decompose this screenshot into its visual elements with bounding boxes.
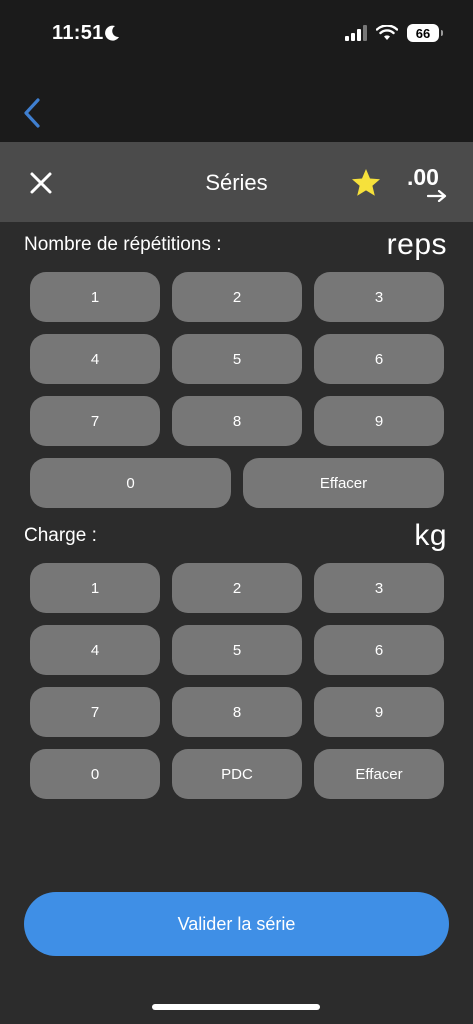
reps-key-5[interactable]: 5	[172, 334, 302, 384]
charge-clear-button[interactable]: Effacer	[314, 749, 444, 799]
home-indicator	[152, 1004, 320, 1010]
back-chevron-icon[interactable]	[20, 96, 46, 130]
reps-label: Nombre de répétitions :	[24, 234, 222, 255]
charge-bodyweight-button[interactable]: PDC	[172, 749, 302, 799]
reps-key-7[interactable]: 7	[30, 396, 160, 446]
reps-key-2[interactable]: 2	[172, 272, 302, 322]
charge-key-6[interactable]: 6	[314, 625, 444, 675]
reps-key-9[interactable]: 9	[314, 396, 444, 446]
arrow-right-icon	[427, 190, 447, 202]
validate-set-button[interactable]: Valider la série	[24, 892, 449, 956]
decimal-label: .00	[407, 164, 439, 190]
reps-key-6[interactable]: 6	[314, 334, 444, 384]
wifi-icon	[376, 25, 398, 40]
charge-label: Charge :	[24, 525, 97, 546]
reps-key-0[interactable]: 0	[30, 458, 231, 508]
reps-key-1[interactable]: 1	[30, 272, 160, 322]
charge-key-8[interactable]: 8	[172, 687, 302, 737]
reps-unit: reps	[386, 228, 447, 261]
status-time: 11:51	[52, 22, 104, 44]
reps-key-3[interactable]: 3	[314, 272, 444, 322]
page-title: Séries	[205, 170, 268, 195]
charge-key-2[interactable]: 2	[172, 563, 302, 613]
top-area: 11:51 66	[0, 0, 473, 142]
modal-header: Séries .00	[0, 142, 473, 222]
charge-key-7[interactable]: 7	[30, 687, 160, 737]
reps-key-4[interactable]: 4	[30, 334, 160, 384]
moon-icon	[105, 25, 119, 41]
charge-key-1[interactable]: 1	[30, 563, 160, 613]
status-icons: 66	[345, 24, 443, 42]
battery-icon: 66	[407, 24, 443, 42]
charge-key-5[interactable]: 5	[172, 625, 302, 675]
reps-key-8[interactable]: 8	[172, 396, 302, 446]
charge-key-3[interactable]: 3	[314, 563, 444, 613]
star-icon[interactable]	[350, 167, 382, 199]
charge-key-9[interactable]: 9	[314, 687, 444, 737]
charge-key-0[interactable]: 0	[30, 749, 160, 799]
charge-unit: kg	[414, 519, 447, 552]
charge-key-4[interactable]: 4	[30, 625, 160, 675]
reps-clear-button[interactable]: Effacer	[243, 458, 444, 508]
decimal-toggle-button[interactable]: .00	[405, 164, 453, 202]
signal-icon	[345, 25, 367, 41]
